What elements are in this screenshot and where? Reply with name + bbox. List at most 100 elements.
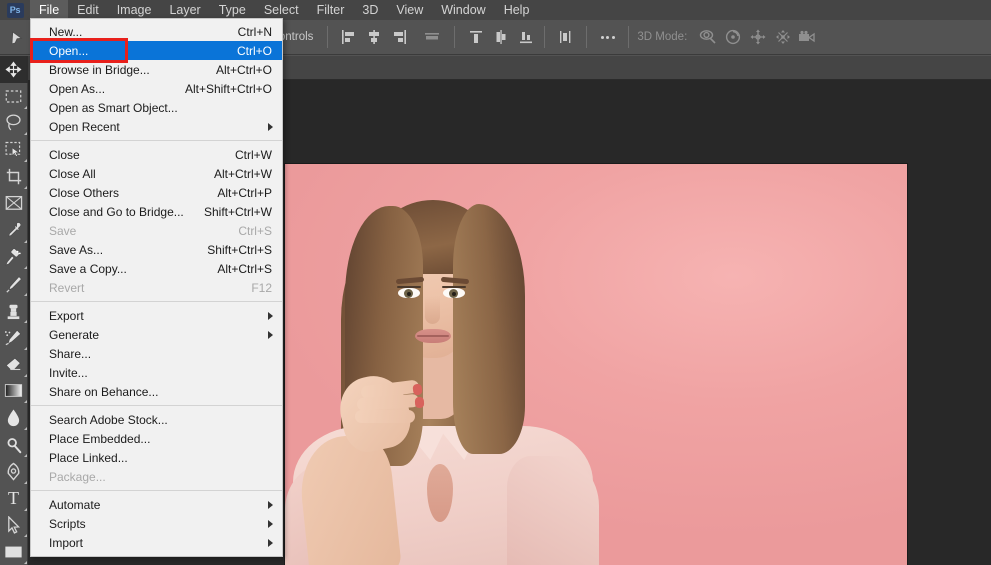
distribute-vertical-centers-icon[interactable] <box>488 25 513 50</box>
align-horizontal-centers-icon[interactable] <box>361 25 386 50</box>
align-left-edges-icon[interactable] <box>336 25 361 50</box>
tool-eyedropper[interactable] <box>0 217 28 244</box>
menu-option-label: Close Others <box>49 185 120 200</box>
distribute-top-edges-icon[interactable] <box>463 25 488 50</box>
menu-item-type[interactable]: Type <box>210 0 255 20</box>
ellipsis-dots <box>600 35 615 39</box>
menu-item-file[interactable]: File <box>30 0 69 20</box>
eye-right <box>443 288 465 298</box>
menu-option-shortcut: Alt+Ctrl+W <box>213 166 272 181</box>
tool-brush[interactable] <box>0 270 28 297</box>
menu-option-automate[interactable]: Automate <box>31 495 282 514</box>
menu-option-close[interactable]: Close Ctrl+W <box>31 145 282 164</box>
menu-option-open-recent[interactable]: Open Recent <box>31 117 282 136</box>
menu-option-save-as[interactable]: Save As... Shift+Ctrl+S <box>31 240 282 259</box>
menu-item-layer[interactable]: Layer <box>160 0 209 20</box>
distribute-bottom-edges-icon[interactable] <box>513 25 538 50</box>
tool-rectangle[interactable] <box>0 538 28 565</box>
divider <box>454 26 456 48</box>
menu-option-label: Generate <box>49 327 100 342</box>
menu-item-help[interactable]: Help <box>495 0 539 20</box>
menu-item-select[interactable]: Select <box>255 0 308 20</box>
sleeve-right <box>507 456 599 565</box>
menu-item-filter[interactable]: Filter <box>308 0 354 20</box>
eye-left <box>398 288 420 298</box>
file-menu-dropdown[interactable]: New... Ctrl+N Open... Ctrl+O Browse in Bridg… <box>30 18 283 557</box>
menu-option-label: Package... <box>49 469 106 484</box>
menu-item-edit[interactable]: Edit <box>68 0 108 20</box>
tool-horizontal-type[interactable]: T <box>0 485 28 512</box>
tool-blur[interactable] <box>0 404 28 431</box>
menu-option-scripts[interactable]: Scripts <box>31 514 282 533</box>
menu-option-shortcut: Shift+Ctrl+W <box>203 204 272 219</box>
menu-option-invite[interactable]: Invite... <box>31 363 282 382</box>
tool-eraser[interactable] <box>0 351 28 378</box>
menu-option-place-linked[interactable]: Place Linked... <box>31 448 282 467</box>
tool-crop[interactable] <box>0 163 28 190</box>
menu-item-image[interactable]: Image <box>108 0 161 20</box>
submenu-arrow-icon <box>268 311 273 320</box>
menu-option-close-and-go-to-bridge[interactable]: Close and Go to Bridge... Shift+Ctrl+W <box>31 202 282 221</box>
tool-pen[interactable] <box>0 458 28 485</box>
menu-option-generate[interactable]: Generate <box>31 325 282 344</box>
align-top-edges-icon[interactable] <box>419 25 444 50</box>
menu-option-label: Save <box>49 223 77 238</box>
menu-option-close-all[interactable]: Close All Alt+Ctrl+W <box>31 164 282 183</box>
3d-roll-icon[interactable] <box>720 25 745 50</box>
tool-clone-stamp[interactable] <box>0 297 28 324</box>
menu-option-place-embedded[interactable]: Place Embedded... <box>31 429 282 448</box>
3d-pan-icon[interactable] <box>745 25 770 50</box>
tool-gradient[interactable] <box>0 378 28 405</box>
tool-rectangular-marquee[interactable] <box>0 83 28 110</box>
menu-option-export[interactable]: Export <box>31 306 282 325</box>
tool-lasso[interactable] <box>0 110 28 137</box>
menu-item-3d[interactable]: 3D <box>353 0 387 20</box>
menu-option-shortcut: Alt+Ctrl+S <box>217 261 272 276</box>
menu-option-open-as-smart-object[interactable]: Open as Smart Object... <box>31 98 282 117</box>
menu-option-close-others[interactable]: Close Others Alt+Ctrl+P <box>31 183 282 202</box>
menu-option-open-as[interactable]: Open As... Alt+Shift+Ctrl+O <box>31 79 282 98</box>
3d-orbit-icon[interactable] <box>695 25 720 50</box>
menu-option-revert: Revert F12 <box>31 278 282 297</box>
menu-option-browse-in-bridge[interactable]: Browse in Bridge... Alt+Ctrl+O <box>31 60 282 79</box>
tool-spot-healing-brush[interactable] <box>0 244 28 271</box>
3d-camera-icon[interactable] <box>795 25 820 50</box>
menu-option-search-adobe-stock[interactable]: Search Adobe Stock... <box>31 410 282 429</box>
menu-option-save-a-copy[interactable]: Save a Copy... Alt+Ctrl+S <box>31 259 282 278</box>
tool-dodge[interactable] <box>0 431 28 458</box>
tool-frame[interactable] <box>0 190 28 217</box>
menu-option-open[interactable]: Open... Ctrl+O <box>31 41 282 60</box>
menu-option-share-on-behance[interactable]: Share on Behance... <box>31 382 282 401</box>
flyout-indicator <box>23 346 27 350</box>
menu-option-import[interactable]: Import <box>31 533 282 552</box>
menu-item-window[interactable]: Window <box>432 0 494 20</box>
tool-history-brush[interactable] <box>0 324 28 351</box>
move-tool-icon[interactable] <box>0 20 34 55</box>
submenu-arrow-icon <box>268 538 273 547</box>
portrait-subject <box>285 164 907 565</box>
menu-option-label: Import <box>49 535 84 550</box>
ps-logo-icon: Ps <box>6 2 24 18</box>
tool-move[interactable] <box>0 56 28 83</box>
3d-slide-icon[interactable] <box>770 25 795 50</box>
tool-path-selection[interactable] <box>0 512 28 539</box>
menu-option-label: Browse in Bridge... <box>49 62 150 77</box>
menu-option-label: Search Adobe Stock... <box>49 412 168 427</box>
align-edges-icon[interactable] <box>553 25 578 50</box>
menu-separator <box>31 301 282 302</box>
menu-option-shortcut: Ctrl+N <box>237 24 272 39</box>
menu-option-label: Close <box>49 147 80 162</box>
menu-separator <box>31 140 282 141</box>
divider <box>586 26 588 48</box>
nose <box>425 296 440 324</box>
tool-object-selection[interactable] <box>0 136 28 163</box>
menu-option-label: Share... <box>49 346 92 361</box>
align-right-edges-icon[interactable] <box>386 25 411 50</box>
menu-option-share[interactable]: Share... <box>31 344 282 363</box>
image-canvas[interactable] <box>285 164 907 565</box>
more-options-ellipsis-icon[interactable] <box>595 25 620 50</box>
menu-item-view[interactable]: View <box>387 0 432 20</box>
flyout-indicator <box>23 105 27 109</box>
menu-option-new[interactable]: New... Ctrl+N <box>31 22 282 41</box>
menu-option-shortcut: Ctrl+W <box>235 147 272 162</box>
